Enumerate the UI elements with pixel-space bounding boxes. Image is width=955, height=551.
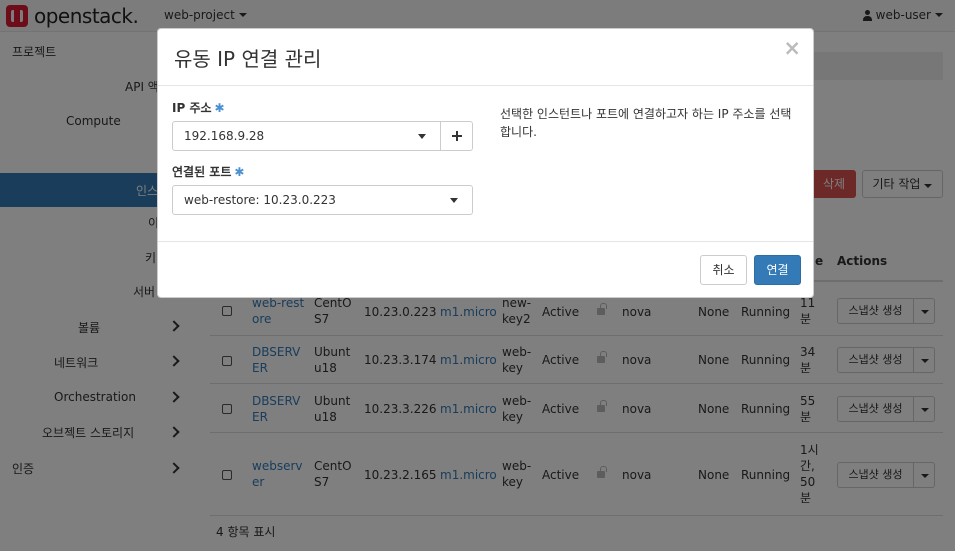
modal-title: 유동 IP 연결 관리 bbox=[174, 47, 322, 71]
port-label: 연결된 포트 ✱ bbox=[172, 163, 244, 180]
help-text: 선택한 인스턴트나 포트에 연결하고자 하는 IP 주소를 선택합니다. bbox=[500, 107, 792, 139]
required-icon: ✱ bbox=[214, 101, 225, 115]
ip-address-label-text: IP 주소 bbox=[172, 101, 212, 115]
associate-floating-ip-dialog: 유동 IP 연결 관리 × IP 주소 ✱ 192.168.9.28 연결된 포트… bbox=[157, 28, 814, 298]
port-value: web-restore: 10.23.0.223 bbox=[184, 193, 336, 207]
modal-header-divider bbox=[158, 85, 813, 86]
port-select[interactable]: web-restore: 10.23.0.223 bbox=[172, 185, 473, 215]
close-icon[interactable]: × bbox=[783, 38, 801, 59]
port-label-text: 연결된 포트 bbox=[172, 165, 232, 179]
associate-button[interactable]: 연결 bbox=[754, 255, 801, 285]
cancel-button[interactable]: 취소 bbox=[700, 255, 747, 285]
allocate-ip-button[interactable] bbox=[440, 121, 473, 151]
caret-down-icon bbox=[450, 198, 458, 203]
required-icon: ✱ bbox=[234, 165, 245, 179]
caret-down-icon bbox=[418, 134, 426, 139]
ip-address-value: 192.168.9.28 bbox=[184, 129, 265, 143]
modal-footer-divider bbox=[158, 241, 813, 242]
ip-address-select[interactable]: 192.168.9.28 bbox=[172, 121, 441, 151]
ip-address-label: IP 주소 ✱ bbox=[172, 99, 225, 116]
